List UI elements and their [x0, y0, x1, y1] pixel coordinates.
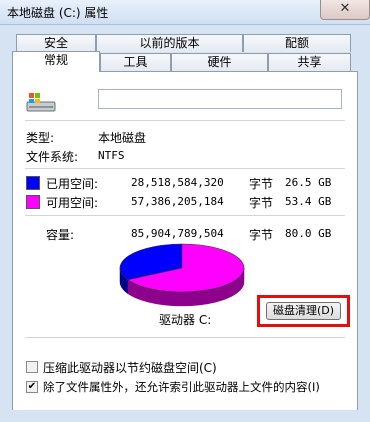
capacity-unit: 字节	[249, 228, 274, 242]
title-bar: 本地磁盘 (C:) 属性 ✕	[0, 0, 370, 25]
capacity-label: 容量:	[46, 228, 75, 242]
red-highlight-box	[257, 295, 350, 327]
index-checkbox[interactable]: ✔	[26, 381, 38, 393]
window-title: 本地磁盘 (C:) 属性	[7, 6, 109, 20]
capacity-size: 80.0 GB	[285, 227, 332, 240]
separator	[25, 120, 345, 121]
separator	[25, 337, 345, 338]
compress-checkbox[interactable]	[26, 361, 38, 373]
drive-name-input[interactable]	[98, 89, 342, 109]
tab-security[interactable]: 安全	[16, 34, 96, 52]
general-panel: 类型: 本地磁盘 文件系统: NTFS 已用空间: 28,518,584,320…	[12, 71, 358, 422]
tab-label: 共享	[297, 55, 322, 69]
close-icon: ✕	[339, 1, 351, 16]
drive-label: 驱动器 C:	[159, 313, 212, 327]
separator	[25, 168, 345, 169]
type-value: 本地磁盘	[98, 131, 147, 145]
index-check-mark: ✔	[27, 381, 37, 392]
free-space-swatch	[26, 195, 40, 209]
compress-checkbox-label[interactable]: 压缩此驱动器以节约磁盘空间(C)	[43, 359, 217, 376]
used-space-size: 26.5 GB	[285, 176, 332, 189]
drive-icon	[26, 93, 56, 112]
free-space-unit: 字节	[249, 196, 274, 210]
tab-label: 常规	[43, 53, 68, 67]
used-space-unit: 字节	[249, 177, 274, 191]
tab-label: 配额	[284, 36, 309, 50]
tab-label: 以前的版本	[139, 36, 200, 50]
window-bottom-edge	[0, 410, 370, 422]
free-space-label: 可用空间:	[46, 196, 99, 210]
index-checkbox-label[interactable]: 除了文件属性外，还允许索引此驱动器上文件的内容(I)	[43, 379, 320, 395]
filesystem-label: 文件系统:	[26, 150, 79, 164]
tab-sharing[interactable]: 共享	[268, 53, 351, 71]
tab-label: 硬件	[207, 55, 232, 69]
close-button[interactable]: ✕	[320, 0, 370, 20]
free-space-size: 53.4 GB	[285, 195, 332, 208]
tab-tools[interactable]: 工具	[100, 53, 171, 71]
tab-label: 安全	[43, 36, 68, 50]
separator	[25, 215, 345, 216]
filesystem-value: NTFS	[98, 149, 125, 162]
tab-hardware[interactable]: 硬件	[171, 53, 268, 71]
used-space-swatch	[26, 176, 40, 190]
tab-general[interactable]: 常规	[12, 51, 100, 72]
tab-quota[interactable]: 配额	[243, 34, 351, 52]
free-space-bytes: 57,386,205,184	[131, 195, 224, 208]
disk-usage-pie-chart	[119, 243, 245, 307]
tab-label: 工具	[123, 55, 148, 69]
tab-previous-versions[interactable]: 以前的版本	[96, 34, 243, 52]
type-label: 类型:	[26, 131, 55, 145]
used-space-label: 已用空间:	[46, 177, 99, 191]
capacity-bytes: 85,904,789,504	[131, 227, 224, 240]
used-space-bytes: 28,518,584,320	[131, 176, 224, 189]
